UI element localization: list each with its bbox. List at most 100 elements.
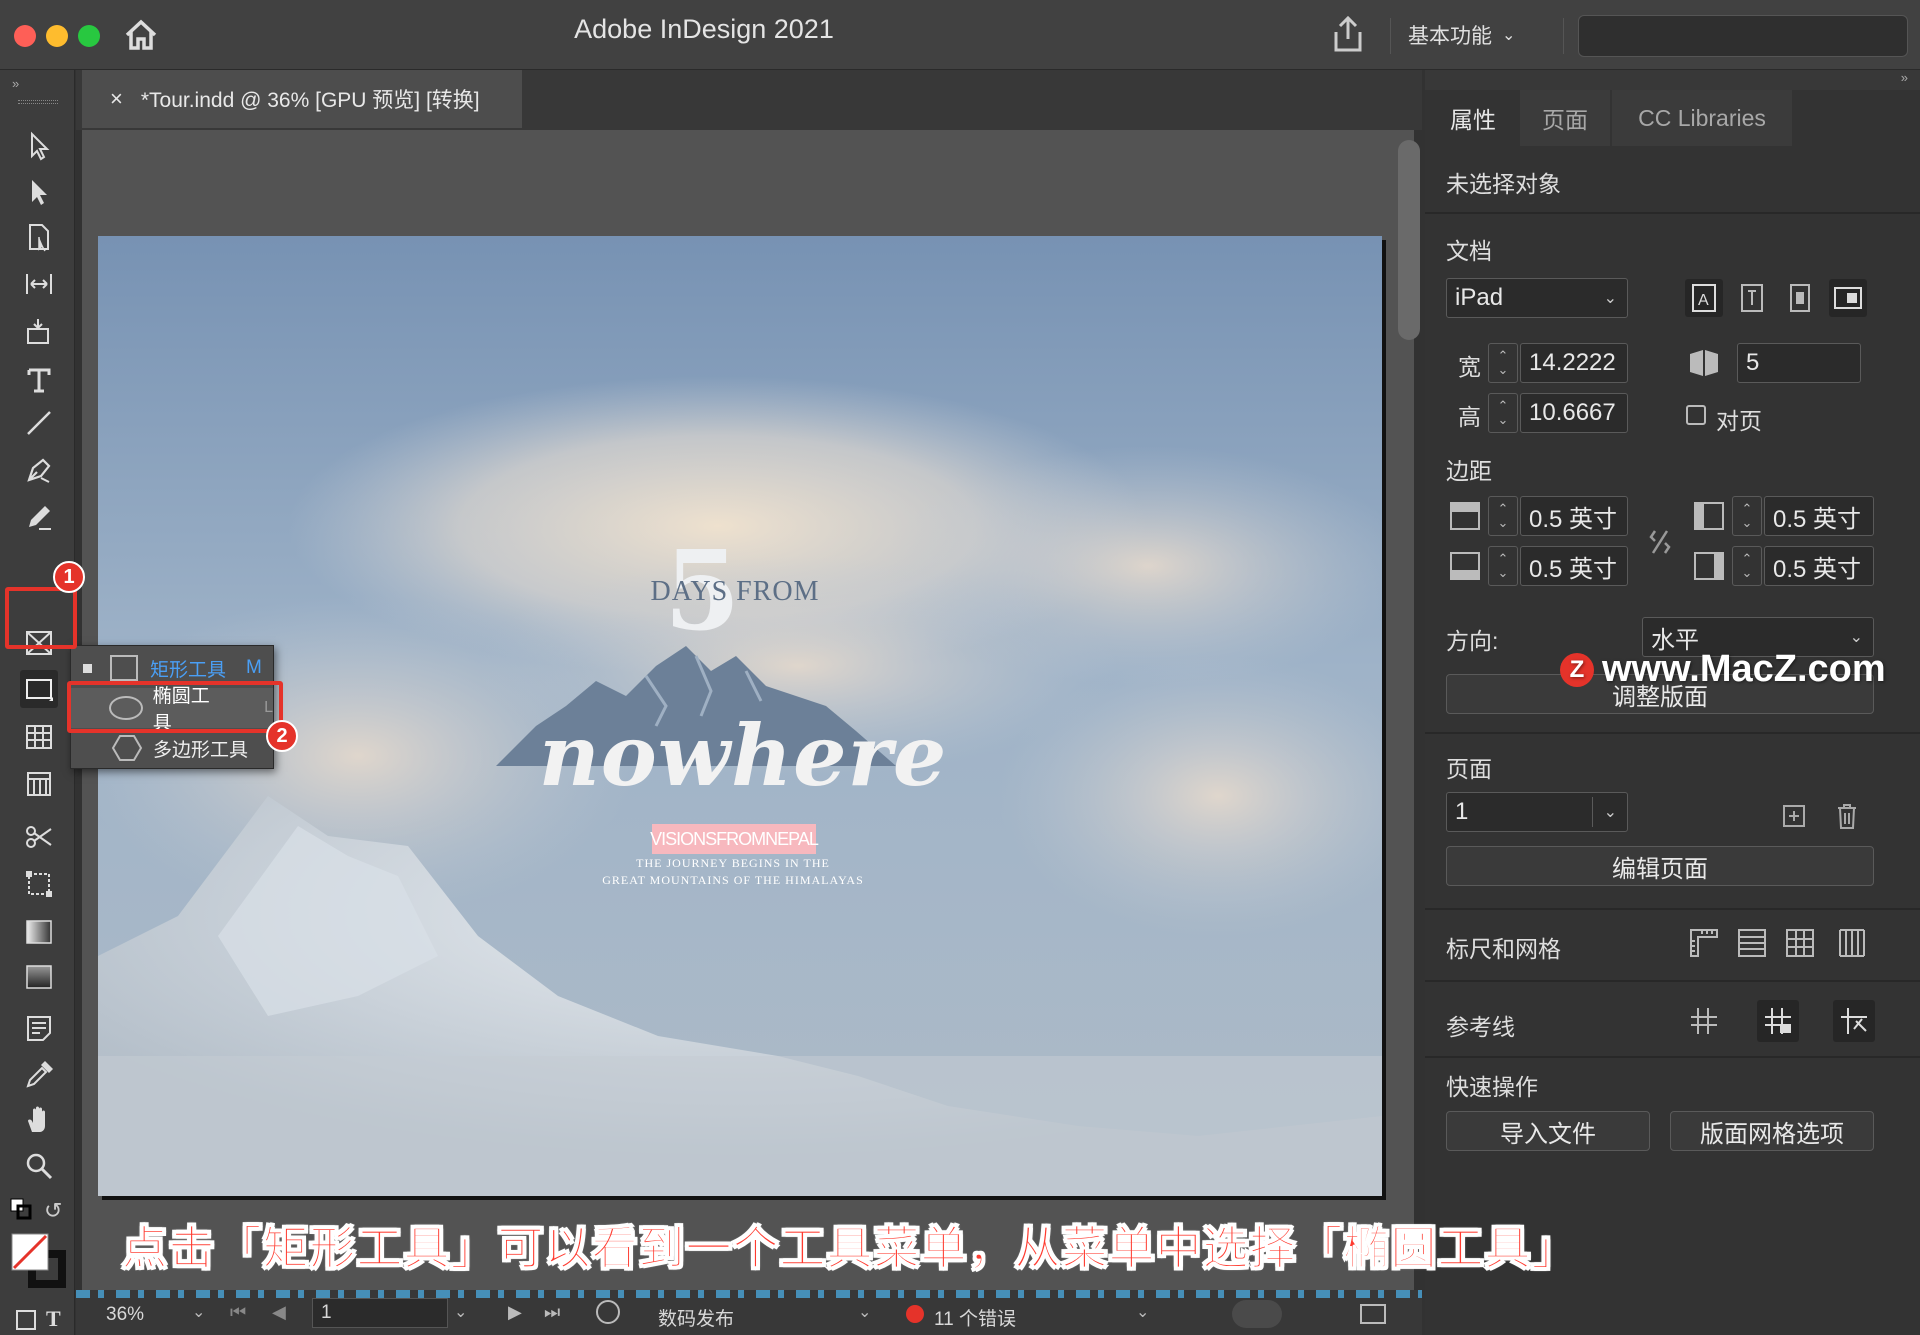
tab-pages[interactable]: 页面	[1520, 90, 1610, 146]
frame-grid-tool-icon[interactable]	[20, 765, 58, 803]
selected-indicator	[83, 663, 92, 673]
facing-pages-checkbox[interactable]	[1686, 405, 1706, 425]
page-number-field[interactable]: 1	[312, 1298, 448, 1328]
highlight-ellipse-tool	[67, 681, 283, 733]
chevron-down-icon[interactable]: ⌄	[454, 1302, 467, 1322]
eyedropper-tool-icon[interactable]	[20, 1056, 58, 1094]
chevron-down-icon[interactable]: ⌄	[192, 1302, 205, 1322]
watermark-logo: Z	[1560, 652, 1594, 687]
margin-top-stepper[interactable]: ⌃ ⌄	[1488, 496, 1518, 536]
portrait-orientation-icon[interactable]: A	[1685, 279, 1723, 317]
edit-page-button[interactable]: 编辑页面	[1446, 846, 1874, 886]
pages-count-value: 5	[1746, 349, 1760, 376]
orientation-label: 方向:	[1446, 628, 1499, 654]
width-stepper[interactable]: ⌃ ⌄	[1488, 343, 1518, 383]
swap-fill-stroke-icon[interactable]: ↺	[44, 1198, 62, 1224]
previous-page-icon[interactable]: ◀	[272, 1302, 286, 1323]
page-select[interactable]: 1 ⌄	[1446, 792, 1628, 832]
panel-grip[interactable]	[18, 100, 58, 104]
preflight-profile[interactable]: 数码发布	[658, 1304, 734, 1331]
width-field[interactable]: 14.2222	[1520, 343, 1628, 383]
smart-guides-icon[interactable]	[1833, 1000, 1875, 1042]
type-tool-icon[interactable]	[20, 361, 58, 399]
direct-selection-tool-icon[interactable]	[20, 173, 58, 211]
page-tool-icon[interactable]	[20, 218, 58, 256]
show-guides-icon[interactable]	[1685, 1002, 1723, 1040]
document-grid-icon[interactable]	[1781, 924, 1819, 962]
facing-pages-label: 对页	[1716, 408, 1762, 434]
divider	[1425, 980, 1920, 982]
horizontal-scrollbar-thumb[interactable]	[1232, 1300, 1282, 1328]
import-file-button[interactable]: 导入文件	[1446, 1111, 1650, 1151]
hand-tool-icon[interactable]	[20, 1101, 58, 1139]
preflight-clock-icon[interactable]	[596, 1300, 620, 1324]
margin-left-stepper[interactable]: ⌃ ⌄	[1732, 496, 1762, 536]
height-label: 高	[1458, 404, 1481, 430]
split-layout-icon[interactable]	[1360, 1304, 1386, 1324]
tab-document[interactable]: × *Tour.indd @ 36% [GPU 预览] [转换]	[82, 70, 522, 128]
vertical-text-icon[interactable]	[1733, 279, 1771, 317]
chevron-down-icon[interactable]: ⌄	[1136, 1302, 1149, 1322]
margin-right-stepper[interactable]: ⌃ ⌄	[1732, 546, 1762, 586]
poster-days-from: DAYS FROM	[650, 576, 820, 607]
note-tool-icon[interactable]	[20, 1010, 58, 1048]
layout-grid-icon[interactable]	[1833, 924, 1871, 962]
search-input[interactable]	[1578, 15, 1908, 57]
pages-count-icon	[1685, 344, 1723, 382]
document-preset-select[interactable]: iPad ⌄	[1446, 278, 1628, 318]
pen-tool-icon[interactable]	[20, 451, 58, 489]
pages-count-field[interactable]: 5	[1737, 343, 1861, 383]
vertical-scrollbar-thumb[interactable]	[1398, 140, 1420, 340]
gradient-feather-tool-icon[interactable]	[20, 958, 58, 996]
close-tab-icon[interactable]: ×	[110, 86, 123, 112]
preflight-errors[interactable]: 11 个错误	[934, 1304, 1016, 1331]
formatting-text-icon[interactable]: T	[46, 1306, 61, 1332]
margin-top-field[interactable]: 0.5 英寸	[1520, 496, 1628, 536]
flyout-item-polygon[interactable]: 多边形工具	[71, 728, 273, 768]
watermark: Z www.MacZ.com	[1560, 648, 1886, 691]
workspace-switcher[interactable]: 基本功能 ⌄	[1408, 16, 1515, 54]
margin-left-field[interactable]: 0.5 英寸	[1764, 496, 1874, 536]
portrait-page-icon[interactable]	[1781, 279, 1819, 317]
table-tool-icon[interactable]	[20, 718, 58, 756]
rectangle-tool-icon[interactable]	[20, 670, 58, 708]
pencil-tool-icon[interactable]	[20, 498, 58, 536]
link-margins-icon[interactable]	[1641, 523, 1679, 561]
zoom-level[interactable]: 36%	[106, 1304, 144, 1326]
height-stepper[interactable]: ⌃ ⌄	[1488, 393, 1518, 433]
tab-cc-libraries[interactable]: CC Libraries	[1612, 90, 1792, 146]
lock-guides-icon[interactable]	[1757, 1000, 1799, 1042]
delete-page-icon[interactable]	[1828, 797, 1866, 835]
height-field[interactable]: 10.6667	[1520, 393, 1628, 433]
layout-grid-options-button[interactable]: 版面网格选项	[1670, 1111, 1874, 1151]
gap-tool-icon[interactable]	[20, 265, 58, 303]
share-icon[interactable]	[1328, 15, 1368, 55]
first-page-icon[interactable]: ⏮	[230, 1302, 246, 1323]
default-fill-stroke-icon[interactable]	[10, 1198, 32, 1220]
gradient-swatch-tool-icon[interactable]	[20, 913, 58, 951]
margin-bottom-stepper[interactable]: ⌃ ⌄	[1488, 546, 1518, 586]
formatting-container-icon[interactable]	[14, 1308, 38, 1332]
document-page[interactable]: 5 DAYS FROM nowhere VISIONSFROMNEPAL THE…	[98, 236, 1382, 1196]
margin-top-icon	[1446, 497, 1484, 535]
landscape-page-icon[interactable]	[1829, 279, 1867, 317]
content-collector-tool-icon[interactable]	[20, 312, 58, 350]
ruler-icon[interactable]	[1685, 924, 1723, 962]
baseline-grid-icon[interactable]	[1733, 924, 1771, 962]
margin-bottom-field[interactable]: 0.5 英寸	[1520, 546, 1628, 586]
next-page-icon[interactable]: ▶	[508, 1302, 522, 1323]
zoom-tool-icon[interactable]	[20, 1147, 58, 1185]
chevron-down-icon[interactable]: ⌄	[858, 1302, 871, 1322]
scissors-tool-icon[interactable]	[20, 818, 58, 856]
add-page-icon[interactable]	[1775, 797, 1813, 835]
margin-right-field[interactable]: 0.5 英寸	[1764, 546, 1874, 586]
line-tool-icon[interactable]	[20, 404, 58, 442]
collapse-panel-icon[interactable]: »	[12, 76, 19, 91]
collapse-panel-icon[interactable]: »	[1901, 70, 1908, 85]
selection-tool-icon[interactable]	[20, 127, 58, 165]
fill-stroke-swatch[interactable]	[10, 1232, 66, 1288]
last-page-icon[interactable]: ⏭	[544, 1302, 560, 1323]
free-transform-tool-icon[interactable]	[20, 865, 58, 903]
tab-properties[interactable]: 属性	[1428, 90, 1518, 146]
divider	[1390, 18, 1391, 54]
